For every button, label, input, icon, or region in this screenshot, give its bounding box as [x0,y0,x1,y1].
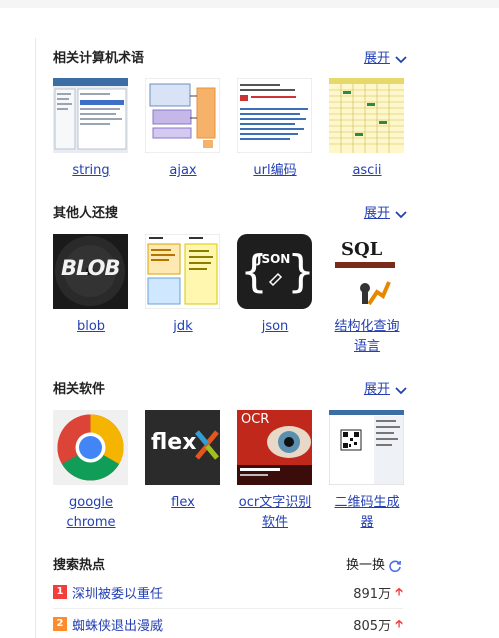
flex-logo-thumbnail: flex [145,410,220,485]
card-caption: url编码 [253,163,297,178]
json-logo-text: JSON [257,252,291,266]
ocr-thumbnail: OCR [237,410,312,485]
card-ocr[interactable]: OCR ocr文字识别软件 [237,410,313,533]
jdk-thumbnail [145,234,220,309]
top-bar [0,0,499,8]
trend-up-icon: 🡱 [395,616,403,630]
section-related-software: 相关软件 展开 google chrome flex flex OCR ocr文… [53,381,408,541]
chevron-down-icon [395,56,407,64]
hot-search-link[interactable]: 蜘蛛侠退出漫威 [72,615,353,634]
card-ascii[interactable]: ascii [329,78,405,181]
card-caption: json [261,319,289,334]
string-thumbnail [53,78,128,153]
card-json[interactable]: { } JSON json [237,234,313,337]
ascii-thumbnail [329,78,404,153]
card-caption: blob [76,319,106,334]
blob-thumbnail: BLOB [53,234,128,309]
card-caption: 二维码生成器 [334,495,400,530]
column-divider [35,38,36,638]
rank-badge: 2 [53,617,67,631]
hot-search-title: 搜索热点 [53,558,106,573]
expand-label: 展开 [363,206,390,221]
card-flex[interactable]: flex flex [145,410,221,513]
card-caption: google chrome [66,495,116,530]
section-title: 相关软件 [53,382,106,397]
expand-button[interactable]: 展开 [364,205,408,223]
section-title: 其他人还搜 [53,206,119,221]
card-caption: 结构化查询语言 [334,319,400,354]
trend-up-icon: 🡱 [395,584,403,598]
card-caption: ocr文字识别软件 [238,495,312,530]
card-caption: string [72,163,110,178]
ocr-logo-text: OCR [241,412,270,427]
flex-logo-text: flex [151,430,197,455]
expand-button[interactable]: 展开 [364,381,408,399]
card-caption: flex [171,495,195,510]
hot-count: 891万 [353,586,392,602]
card-blob[interactable]: BLOB blob [53,234,129,337]
hot-search-link[interactable]: 深圳被委以重任 [72,583,353,602]
card-caption: jdk [173,319,193,334]
chrome-logo-thumbnail [53,410,128,485]
rank-badge: 1 [53,585,67,599]
hot-count: 805万 [353,618,392,634]
refresh-button[interactable]: 换一换 [346,557,402,575]
refresh-icon [389,560,402,573]
url-encode-thumbnail [237,78,312,153]
hot-search-item[interactable]: 2 蜘蛛侠退出漫威 805万 🡱 [53,614,403,634]
card-jdk[interactable]: jdk [145,234,221,337]
chevron-down-icon [395,211,407,219]
expand-button[interactable]: 展开 [364,50,408,68]
sql-title-text: SQL [341,239,383,260]
chevron-down-icon [395,387,407,395]
refresh-label: 换一换 [346,558,386,573]
svg-text:}: } [287,246,312,297]
card-google-chrome[interactable]: google chrome [53,410,129,533]
section-title: 相关计算机术语 [53,51,145,66]
qr-generator-thumbnail [329,410,404,485]
card-caption: ajax [169,163,197,178]
card-caption: ascii [352,163,382,178]
hot-search-item[interactable]: 1 深圳被委以重任 891万 🡱 [53,582,403,602]
card-string[interactable]: string [53,78,129,181]
json-thumbnail: { } JSON [237,234,312,309]
expand-label: 展开 [363,382,390,397]
blob-logo-text: BLOB [61,256,120,280]
section-related-terms: 相关计算机术语 展开 string ajax url编码 ascii [53,50,408,180]
section-others-searched: 其他人还搜 展开 BLOB blob jdk {JSON json SQL 结… [53,205,408,355]
card-sql[interactable]: SQL 结构化查询语言 [329,234,405,357]
card-url-encode[interactable]: url编码 [237,78,313,181]
sql-book-thumbnail: SQL [329,234,404,309]
ajax-thumbnail [145,78,220,153]
expand-label: 展开 [363,51,390,66]
card-ajax[interactable]: ajax [145,78,221,181]
card-qr-generator[interactable]: 二维码生成器 [329,410,405,533]
divider [53,608,403,609]
